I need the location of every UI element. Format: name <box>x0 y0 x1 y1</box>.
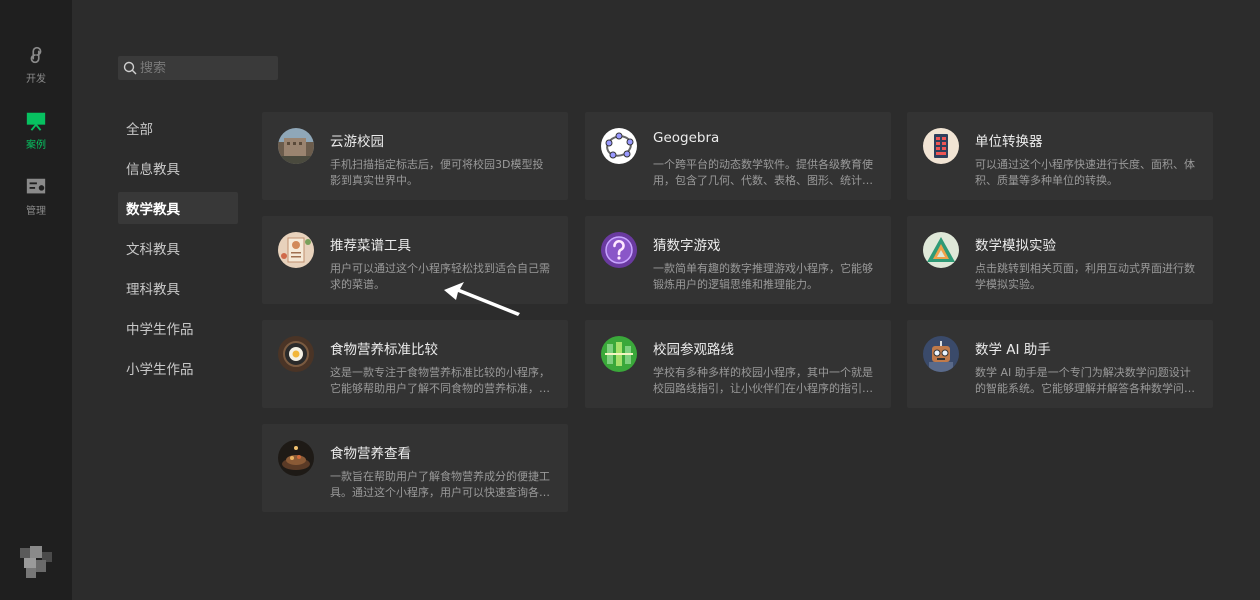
category-info-tools[interactable]: 信息教具 <box>118 152 238 184</box>
card-description: 点击跳转到相关页面，利用互动式界面进行数学模拟实验。 <box>975 262 1195 291</box>
app-card[interactable]: 食物营养标准比较 这是一款专注于食物营养标准比较的小程序，它能够帮助用户了解不同… <box>262 320 568 408</box>
question-mark-icon <box>601 232 637 268</box>
card-description: 手机扫描指定标志后，便可将校园3D模型投影到真实世界中。 <box>330 158 544 187</box>
card-title: Geogebra <box>653 130 720 146</box>
card-description: 这是一款专注于食物营养标准比较的小程序，它能够帮助用户了解不同食物的营养标准，… <box>330 366 550 395</box>
card-title: 单位转换器 <box>975 134 1043 150</box>
category-science-tools[interactable]: 理科教具 <box>118 272 238 304</box>
rail-item-develop[interactable]: 开发 <box>0 44 72 94</box>
category-primary-school-works[interactable]: 小学生作品 <box>118 352 238 384</box>
annotation-arrow-icon <box>444 282 520 316</box>
app-card[interactable]: 数学模拟实验 点击跳转到相关页面，利用互动式界面进行数学模拟实验。 <box>907 216 1213 304</box>
user-avatar[interactable] <box>20 546 52 578</box>
card-description: 一个跨平台的动态数学软件。提供各级教育使用，包含了几何、代数、表格、图形、统计… <box>653 158 873 187</box>
card-title: 推荐菜谱工具 <box>330 238 411 254</box>
search-box[interactable] <box>118 56 278 80</box>
geogebra-icon <box>601 128 637 164</box>
category-middle-school-works[interactable]: 中学生作品 <box>118 312 238 344</box>
app-card[interactable]: 食物营养查看 一款旨在帮助用户了解食物营养成分的便捷工具。通过这个小程序，用户可… <box>262 424 568 512</box>
card-title: 数学 AI 助手 <box>975 342 1051 358</box>
rail-label-develop: 开发 <box>26 74 46 85</box>
card-title: 校园参观路线 <box>653 342 734 358</box>
card-title: 云游校园 <box>330 134 384 150</box>
avatar-icon <box>20 546 52 578</box>
left-sidebar: 开发 案例 管理 <box>0 0 72 600</box>
card-description: 学校有多种多样的校园小程序，其中一个就是校园路线指引，让小伙伴们在小程序的指引… <box>653 366 873 395</box>
app-card[interactable]: Geogebra 一个跨平台的动态数学软件。提供各级教育使用，包含了几何、代数、… <box>585 112 891 200</box>
showcase-icon <box>26 112 46 131</box>
unit-converter-icon <box>923 128 959 164</box>
rail-item-showcase[interactable]: 案例 <box>0 110 72 160</box>
search-icon <box>123 61 137 75</box>
rail-item-manage[interactable]: 管理 <box>0 176 72 226</box>
card-title: 食物营养标准比较 <box>330 342 438 358</box>
card-title: 数学模拟实验 <box>975 238 1056 254</box>
app-card[interactable]: 数学 AI 助手 数学 AI 助手是一个专门为解决数学问题设计的智能系统。它能够… <box>907 320 1213 408</box>
card-title: 猜数字游戏 <box>653 238 721 254</box>
robot-icon <box>923 336 959 372</box>
card-description: 数学 AI 助手是一个专门为解决数学问题设计的智能系统。它能够理解并解答各种数学… <box>975 366 1195 395</box>
rail-label-showcase: 案例 <box>26 140 46 151</box>
card-description: 一款旨在帮助用户了解食物营养成分的便捷工具。通过这个小程序，用户可以快速查询各… <box>330 470 550 499</box>
app-card[interactable]: 校园参观路线 学校有多种多样的校园小程序，其中一个就是校园路线指引，让小伙伴们在… <box>585 320 891 408</box>
category-all[interactable]: 全部 <box>118 112 238 144</box>
app-card[interactable]: 单位转换器 可以通过这个小程序快速进行长度、面积、体积、质量等多种单位的转换。 <box>907 112 1213 200</box>
card-description: 可以通过这个小程序快速进行长度、面积、体积、质量等多种单位的转换。 <box>975 158 1195 187</box>
campus-photo-icon <box>278 128 314 164</box>
app-card[interactable]: 云游校园 手机扫描指定标志后，便可将校园3D模型投影到真实世界中。 <box>262 112 568 200</box>
app-card[interactable]: 猜数字游戏 一款简单有趣的数字推理游戏小程序，它能够锻炼用户的逻辑思维和推理能力… <box>585 216 891 304</box>
campus-map-icon <box>601 336 637 372</box>
manage-icon <box>26 178 46 194</box>
food-pan-icon <box>278 336 314 372</box>
mini-program-icon <box>30 46 42 64</box>
food-dish-icon <box>278 440 314 476</box>
triangle-icon <box>923 232 959 268</box>
category-arts-tools[interactable]: 文科教具 <box>118 232 238 264</box>
category-math-tools[interactable]: 数学教具 <box>118 192 238 224</box>
card-title: 食物营养查看 <box>330 446 411 462</box>
recipe-icon <box>278 232 314 268</box>
card-description: 一款简单有趣的数字推理游戏小程序，它能够锻炼用户的逻辑思维和推理能力。 <box>653 262 873 291</box>
search-input[interactable] <box>140 60 270 76</box>
rail-label-manage: 管理 <box>26 206 46 217</box>
